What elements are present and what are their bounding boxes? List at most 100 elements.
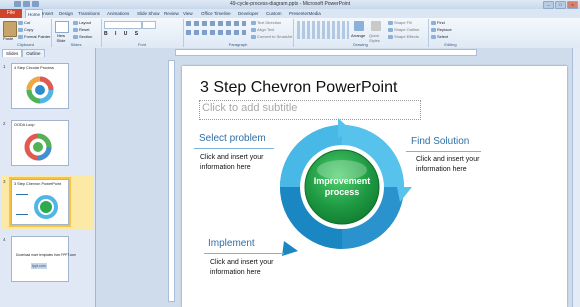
thumbnail-diagram: [26, 76, 54, 104]
heading-underline: [194, 148, 274, 149]
quick-styles-icon[interactable]: [371, 21, 381, 31]
text-direction-icon: [251, 20, 256, 25]
quick-styles-button[interactable]: Quick Styles: [369, 33, 385, 43]
effects-icon: [388, 34, 393, 39]
font-format-buttons[interactable]: B I U S: [104, 31, 141, 37]
shape-outline-label: Shape Outline: [394, 27, 420, 32]
font-size-dropdown[interactable]: [142, 21, 156, 29]
tab-developer[interactable]: Developer: [238, 9, 259, 18]
redo-icon[interactable]: [32, 1, 39, 7]
clipboard-label: Clipboard: [16, 42, 35, 47]
heading-implement[interactable]: Implement: [208, 238, 255, 249]
thumbnail-diagram: [24, 133, 52, 161]
shape-fill-button[interactable]: Shape Fill: [388, 20, 412, 25]
reset-button[interactable]: Reset: [73, 27, 89, 32]
minimize-button[interactable]: –: [543, 1, 554, 9]
save-icon[interactable]: [14, 1, 21, 7]
thumbnail-number: 3: [3, 179, 6, 184]
thumbnail-number: 4: [3, 237, 6, 242]
select-button[interactable]: Select: [431, 34, 448, 39]
format-painter-label: Format Painter: [24, 34, 51, 39]
tab-file[interactable]: File: [0, 9, 22, 18]
window-controls: – □ ×: [542, 1, 578, 9]
brush-icon: [18, 34, 23, 39]
tab-slides[interactable]: Slides: [2, 49, 23, 57]
format-painter-button[interactable]: Format Painter: [18, 34, 50, 39]
thumbnail-number: 2: [3, 121, 6, 126]
fppt-logo: fppt.com: [31, 263, 47, 269]
align-text-button[interactable]: Align Text: [251, 27, 274, 32]
section-icon: [73, 34, 78, 39]
quick-access-toolbar: [14, 1, 41, 8]
font-name-dropdown[interactable]: [104, 21, 142, 29]
vertical-ruler: [168, 60, 175, 302]
align-icons[interactable]: [186, 30, 246, 35]
slide-thumbnail-4[interactable]: Download more templates from FPPT.com fp…: [11, 236, 76, 282]
layout-button[interactable]: Layout: [73, 20, 91, 25]
heading-underline: [406, 151, 481, 152]
scissors-icon: [18, 20, 23, 25]
tab-office-timeline[interactable]: Office Timeline: [201, 9, 231, 18]
maximize-button[interactable]: □: [555, 1, 566, 9]
binoculars-icon: [431, 20, 436, 25]
slide-thumbnail-1[interactable]: 4 Step Circular Process: [11, 63, 69, 109]
heading-select-problem[interactable]: Select problem: [199, 133, 266, 144]
smartart-label: Convert to SmartArt: [257, 34, 293, 39]
cut-button[interactable]: Cut: [18, 20, 30, 25]
shapes-gallery[interactable]: [297, 21, 349, 39]
reset-label: Reset: [79, 27, 90, 32]
tab-review[interactable]: Review: [164, 9, 179, 18]
tab-view[interactable]: View: [183, 9, 193, 18]
chevron-arrowhead: [282, 241, 298, 256]
section-button[interactable]: Section: [73, 34, 92, 39]
tab-presentermedia[interactable]: PresenterMedia: [289, 9, 321, 18]
convert-smartart-button[interactable]: Convert to SmartArt: [251, 34, 292, 39]
font-label: Font: [137, 42, 146, 47]
text-direction-label: Text Direction: [257, 20, 282, 25]
drawing-label: Drawing: [353, 42, 368, 47]
replace-icon: [431, 27, 436, 32]
body-select-problem[interactable]: Click and insert your information here: [200, 153, 280, 173]
layout-icon: [73, 20, 78, 25]
bullets-icons[interactable]: [186, 21, 246, 26]
vertical-scrollbar[interactable]: [572, 48, 580, 307]
shape-effects-button[interactable]: Shape Effects: [388, 34, 419, 39]
copy-icon: [18, 27, 23, 32]
tab-animations[interactable]: Animations: [107, 9, 129, 18]
window-title: 49-cycle-process-diagram.pptx - Microsof…: [229, 1, 351, 7]
heading-find-solution[interactable]: Find Solution: [411, 136, 469, 147]
slide-thumbnail-2[interactable]: OODA Loop: [11, 120, 69, 166]
text-direction-button[interactable]: Text Direction: [251, 20, 281, 25]
tab-outline[interactable]: Outline: [22, 49, 45, 57]
paste-button[interactable]: Paste: [3, 36, 13, 41]
thumbnail-diagram: [16, 194, 58, 219]
shape-outline-button[interactable]: Shape Outline: [388, 27, 419, 32]
body-implement[interactable]: Click and insert your information here: [210, 258, 290, 278]
heading-underline: [204, 253, 284, 254]
tab-custom[interactable]: Custom: [266, 9, 282, 18]
tab-slide-show[interactable]: Slide Show: [137, 9, 160, 18]
close-button[interactable]: ×: [567, 1, 578, 9]
fill-icon: [388, 20, 393, 25]
new-slide-button[interactable]: New Slide: [53, 33, 69, 43]
arrange-icon[interactable]: [354, 21, 364, 31]
undo-icon[interactable]: [23, 1, 30, 7]
copy-label: Copy: [24, 27, 34, 32]
body-find-solution[interactable]: Click and insert your information here: [416, 155, 496, 175]
smartart-icon: [251, 34, 256, 39]
shape-fill-label: Shape Fill: [394, 20, 412, 25]
title-bar: 49-cycle-process-diagram.pptx - Microsof…: [0, 0, 580, 9]
copy-button[interactable]: Copy: [18, 27, 33, 32]
tab-transitions[interactable]: Transitions: [78, 9, 100, 18]
paste-icon[interactable]: [3, 21, 17, 37]
cut-label: Cut: [24, 20, 31, 25]
new-slide-icon[interactable]: [55, 21, 69, 33]
tab-design[interactable]: Design: [59, 9, 73, 18]
select-label: Select: [437, 34, 449, 39]
paragraph-label: Paragraph: [228, 42, 248, 47]
arrange-button[interactable]: Arrange: [351, 33, 365, 38]
find-button[interactable]: Find: [431, 20, 445, 25]
tab-insert[interactable]: Insert: [42, 9, 53, 18]
replace-button[interactable]: Replace: [431, 27, 452, 32]
slide-thumbnail-3[interactable]: 3 Step Chevron PowerPoint: [9, 177, 71, 227]
